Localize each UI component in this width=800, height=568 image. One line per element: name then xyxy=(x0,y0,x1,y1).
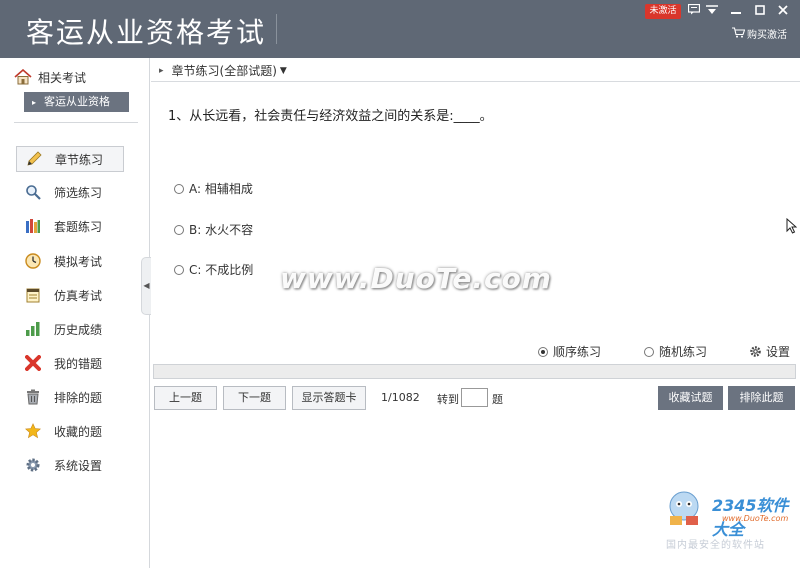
option-label: B: 水火不容 xyxy=(189,223,254,237)
mascot-logo-icon xyxy=(669,491,699,525)
sidebar-item-my-mistakes[interactable]: 我的错题 xyxy=(16,350,124,376)
home-icon xyxy=(14,68,32,85)
goto-unit-label: 题 xyxy=(492,393,503,406)
close-icon[interactable] xyxy=(773,2,793,20)
sidebar-item-label: 章节练习 xyxy=(55,152,104,167)
radio-button[interactable] xyxy=(174,183,184,194)
books-icon xyxy=(24,217,42,235)
trash-icon xyxy=(24,388,42,406)
notepad-icon xyxy=(24,286,42,304)
mouse-cursor-icon xyxy=(786,217,798,237)
sequential-practice-radio[interactable]: 顺序练习 xyxy=(538,343,601,360)
sidebar-item-label: 套题练习 xyxy=(54,219,103,234)
pencil-icon xyxy=(25,150,43,168)
message-icon[interactable] xyxy=(684,2,704,20)
sidebar-item-label: 排除的题 xyxy=(54,390,103,405)
random-practice-radio[interactable]: 随机练习 xyxy=(644,343,707,360)
chevron-right-icon: ▸ xyxy=(32,98,37,107)
option-c[interactable]: C: 不成比例 xyxy=(174,261,253,278)
sidebar-item-filter-practice[interactable]: 筛选练习 xyxy=(16,179,124,205)
sidebar-item-excluded[interactable]: 排除的题 xyxy=(16,384,124,410)
sidebar-collapse-toggle[interactable]: ◀ xyxy=(141,257,151,315)
sidebar: 相关考试 ▸ 客运从业资格 章节练习 筛选练习 套题练习 模拟考试 仿真考试 历史… xyxy=(0,58,150,568)
sidebar-item-label: 收藏的题 xyxy=(54,424,103,439)
cart-icon xyxy=(732,26,746,42)
related-exams-header: 相关考试 xyxy=(14,68,86,86)
option-label: A: 相辅相成 xyxy=(189,182,253,196)
gear-icon xyxy=(749,345,762,358)
magnifier-icon xyxy=(24,183,42,201)
next-question-button[interactable]: 下一题 xyxy=(223,386,286,410)
sidebar-item-label: 历史成绩 xyxy=(54,322,103,337)
subject-label: 客运从业资格 xyxy=(44,95,111,108)
menu-icon[interactable] xyxy=(702,2,722,20)
chevron-left-icon: ◀ xyxy=(143,281,150,290)
breadcrumb[interactable]: ▸ 章节练习(全部试题) ▼ xyxy=(151,60,800,82)
buy-label: 购买激活 xyxy=(747,30,787,41)
mode-label: 随机练习 xyxy=(659,345,708,359)
chevron-right-icon: ▸ xyxy=(159,65,164,76)
sidebar-item-label: 筛选练习 xyxy=(54,185,103,200)
maximize-icon[interactable] xyxy=(750,2,770,20)
radio-button-selected[interactable] xyxy=(538,346,548,357)
sidebar-item-label: 仿真考试 xyxy=(54,288,103,303)
title-divider xyxy=(276,14,277,44)
option-a[interactable]: A: 相辅相成 xyxy=(174,180,253,197)
app-title: 客运从业资格考试 xyxy=(26,16,267,49)
goto-question-input[interactable] xyxy=(461,388,488,407)
radio-button[interactable] xyxy=(174,224,184,235)
breadcrumb-label: 章节练习(全部试题) xyxy=(171,64,277,78)
previous-question-button[interactable]: 上一题 xyxy=(154,386,217,410)
red-x-icon xyxy=(24,354,42,372)
goto-label: 转到 xyxy=(437,393,459,406)
clock-icon xyxy=(24,252,42,270)
radio-button[interactable] xyxy=(174,264,184,275)
buy-activate-button[interactable]: 购买激活 xyxy=(732,26,787,42)
sidebar-item-chapter-practice[interactable]: 章节练习 xyxy=(16,146,124,172)
sidebar-divider xyxy=(14,122,138,123)
option-b[interactable]: B: 水火不容 xyxy=(174,221,253,238)
sidebar-item-label: 系统设置 xyxy=(54,458,103,473)
option-label: C: 不成比例 xyxy=(189,263,254,277)
settings-button[interactable]: 设置 xyxy=(749,343,790,360)
title-bar: 客运从业资格考试 未激活 购买激活 xyxy=(0,0,800,58)
sidebar-item-favorites[interactable]: 收藏的题 xyxy=(16,418,124,444)
caret-down-icon: ▼ xyxy=(279,65,287,76)
show-answer-card-button[interactable]: 显示答题卡 xyxy=(292,386,366,410)
sidebar-item-label: 我的错题 xyxy=(54,356,103,371)
question-counter: 1/1082 xyxy=(381,391,420,404)
sidebar-item-set-practice[interactable]: 套题练习 xyxy=(16,213,124,239)
unactivated-badge[interactable]: 未激活 xyxy=(645,4,681,19)
mode-label: 顺序练习 xyxy=(553,345,602,359)
sidebar-item-mock-exam[interactable]: 模拟考试 xyxy=(16,248,124,274)
star-icon xyxy=(24,422,42,440)
settings-label: 设置 xyxy=(766,345,791,359)
exclude-question-button[interactable]: 排除此题 xyxy=(728,386,795,410)
favorite-question-button[interactable]: 收藏试题 xyxy=(658,386,723,410)
gear-icon xyxy=(24,456,42,474)
logo-url: www.DuoTe.com xyxy=(722,514,789,523)
sidebar-item-label: 模拟考试 xyxy=(54,254,103,269)
question-text: 1、从长远看，社会责任与经济效益之间的关系是:____。 xyxy=(168,109,493,124)
related-exams-label: 相关考试 xyxy=(38,70,87,85)
sidebar-item-history-scores[interactable]: 历史成绩 xyxy=(16,316,124,342)
logo-tagline: 国内最安全的软件站 xyxy=(666,540,765,551)
watermark-text: www.DuoTe.com xyxy=(280,262,552,295)
minimize-icon[interactable] xyxy=(726,2,746,20)
progress-bar xyxy=(153,364,796,379)
corner-logo: 2345软件大全 www.DuoTe.com 国内最安全的软件站 xyxy=(656,488,800,568)
subject-item-passenger-transport[interactable]: ▸ 客运从业资格 xyxy=(24,92,129,112)
sidebar-item-system-settings[interactable]: 系统设置 xyxy=(16,452,124,478)
sidebar-item-simulation-exam[interactable]: 仿真考试 xyxy=(16,282,124,308)
bar-chart-icon xyxy=(24,320,42,338)
radio-button[interactable] xyxy=(644,346,654,357)
